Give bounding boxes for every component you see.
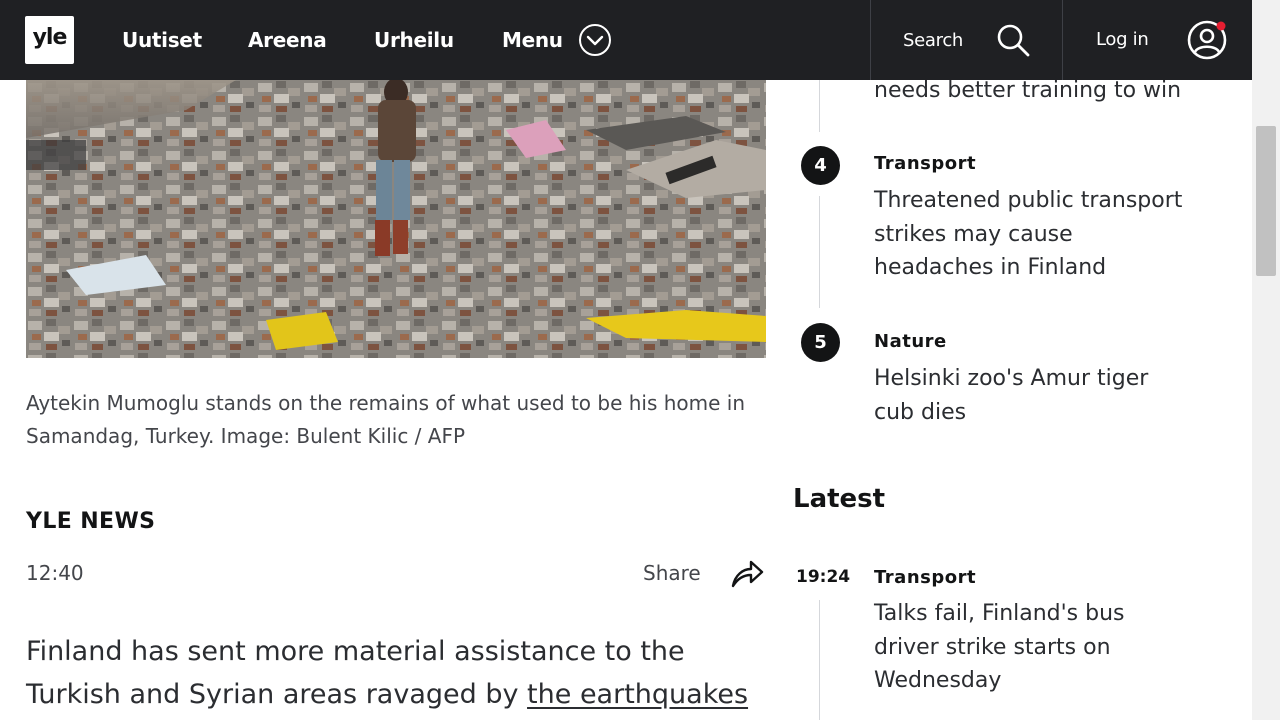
search-button-label[interactable]: Search [903,29,963,53]
top-navigation: yle Uutiset Areena Urheilu Menu Search L… [0,0,1252,80]
yle-logo[interactable]: yle [25,16,74,64]
most-read-headline-partial[interactable]: needs better training to win [874,74,1194,108]
latest-time: 19:24 [796,567,851,587]
list-connector-line [819,80,820,132]
page-scrollbar-thumb[interactable] [1256,126,1276,276]
most-read-headline[interactable]: Threatened public transport strikes may … [874,184,1194,285]
chevron-down-icon[interactable] [578,23,612,57]
rank-badge: 5 [801,323,840,362]
nav-uutiset[interactable]: Uutiset [122,27,202,53]
rubble-photo [26,80,766,358]
most-read-category[interactable]: Nature [874,330,947,354]
user-account-icon[interactable] [1186,19,1228,61]
image-caption: Aytekin Mumoglu stands on the remains of… [26,391,746,448]
notification-dot [1216,21,1226,31]
article-hero-image [26,80,766,358]
login-button[interactable]: Log in [1096,28,1149,52]
list-connector-line [819,196,820,308]
search-icon[interactable] [995,22,1031,58]
nav-urheilu[interactable]: Urheilu [374,27,454,53]
article-lead: Finland has sent more material assistanc… [26,630,766,716]
latest-headline[interactable]: Talks fail, Finland's bus driver strike … [874,597,1194,698]
nav-divider [870,0,871,80]
rank-badge: 4 [801,146,840,185]
earthquakes-link[interactable]: the earthquakes [527,679,748,710]
page-scrollbar-track[interactable] [1252,0,1280,720]
latest-section-title: Latest [793,484,886,514]
most-read-headline[interactable]: Helsinki zoo's Amur tiger cub dies [874,362,1194,429]
article-source: YLE NEWS [26,509,156,534]
share-button[interactable]: Share [643,560,701,586]
share-icon[interactable] [729,556,765,590]
article-time: 12:40 [26,561,84,585]
menu-button[interactable]: Menu [502,27,563,53]
nav-divider [1062,0,1063,80]
nav-areena[interactable]: Areena [248,27,327,53]
most-read-category[interactable]: Transport [874,152,976,176]
latest-category[interactable]: Transport [874,566,976,590]
list-connector-line [819,600,820,720]
